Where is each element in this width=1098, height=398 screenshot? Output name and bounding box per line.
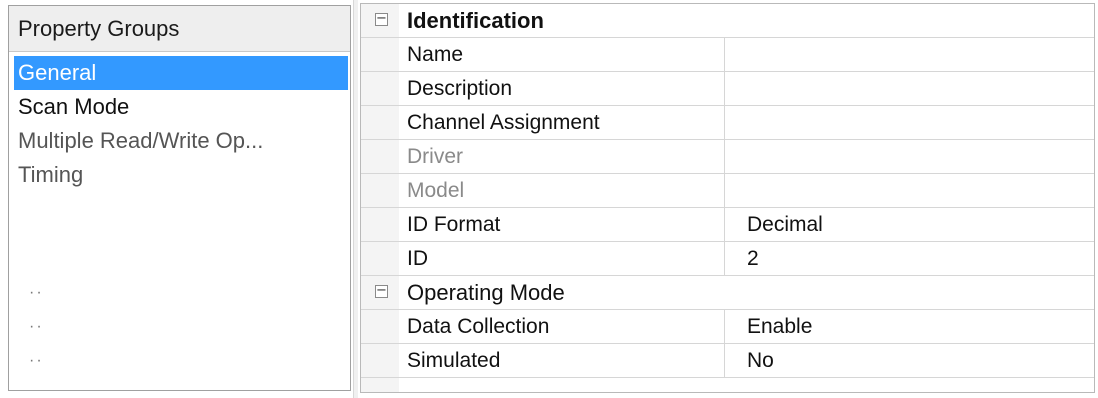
collapse-icon[interactable]: − xyxy=(375,284,388,298)
category-operating-mode: − Operating Mode xyxy=(361,276,1094,310)
property-value[interactable] xyxy=(747,72,1087,105)
group-item-scan-mode[interactable]: Scan Mode xyxy=(14,90,348,124)
property-name: Channel Assignment xyxy=(407,106,725,139)
category-title: Operating Mode xyxy=(407,280,565,305)
separator-dots: ·· xyxy=(29,352,44,369)
property-name: Description xyxy=(407,72,725,105)
property-name: ID Format xyxy=(407,208,725,241)
property-value[interactable]: Decimal xyxy=(747,208,1087,241)
property-value[interactable]: Enable xyxy=(747,310,1087,343)
property-value[interactable]: No xyxy=(747,344,1087,377)
property-row-name[interactable]: Name xyxy=(361,38,1094,72)
property-name: ID xyxy=(407,242,725,275)
property-row-id-format[interactable]: ID Format Decimal xyxy=(361,208,1094,242)
property-name: Driver xyxy=(407,140,725,173)
separator-dots: ·· xyxy=(29,284,44,301)
property-groups-header: Property Groups xyxy=(9,6,350,52)
property-name: Data Collection xyxy=(407,310,725,343)
property-row-id[interactable]: ID 2 xyxy=(361,242,1094,276)
panel-splitter[interactable] xyxy=(353,0,358,398)
property-name: Name xyxy=(407,38,725,71)
property-value[interactable]: 2 xyxy=(747,242,1087,275)
group-item-multiple-read-write[interactable]: Multiple Read/Write Op... xyxy=(14,124,348,158)
group-item-general[interactable]: General xyxy=(14,56,348,90)
collapse-icon[interactable]: − xyxy=(375,12,388,26)
property-value xyxy=(747,174,1087,207)
property-row-simulated[interactable]: Simulated No xyxy=(361,344,1094,378)
property-row-description[interactable]: Description xyxy=(361,72,1094,106)
category-identification: − Identification xyxy=(361,4,1094,38)
property-row-model[interactable]: Model xyxy=(361,174,1094,208)
property-row-channel-assignment[interactable]: Channel Assignment xyxy=(361,106,1094,140)
property-name: Model xyxy=(407,174,725,207)
category-title: Identification xyxy=(407,8,544,33)
property-row-driver[interactable]: Driver xyxy=(361,140,1094,174)
property-name: Simulated xyxy=(407,344,725,377)
group-item-timing[interactable]: Timing xyxy=(14,158,348,192)
separator-dots: ·· xyxy=(29,318,44,335)
property-value[interactable] xyxy=(747,38,1087,71)
property-row-data-collection[interactable]: Data Collection Enable xyxy=(361,310,1094,344)
property-value[interactable] xyxy=(747,106,1087,139)
property-value xyxy=(747,140,1087,173)
property-grid: − Identification Name Description Channe… xyxy=(360,3,1095,393)
property-groups-panel: Property Groups General Scan Mode Multip… xyxy=(8,5,351,391)
